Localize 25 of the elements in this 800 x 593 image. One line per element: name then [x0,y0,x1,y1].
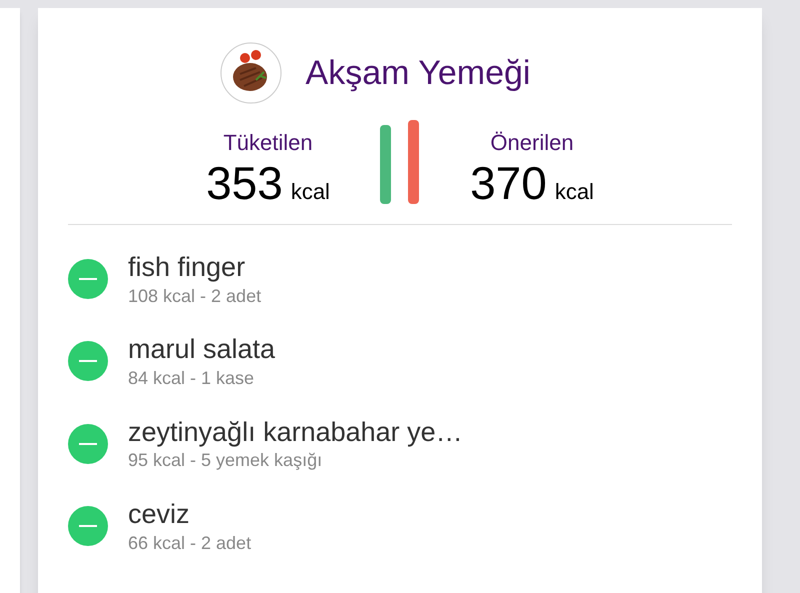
minus-icon [79,524,97,527]
minus-icon [79,278,97,280]
summary-label: Önerilen [490,128,574,156]
remove-button[interactable] [68,341,108,382]
summary-label: Tüketilen [223,128,313,156]
remove-button[interactable] [68,424,108,464]
minus-icon [79,442,97,445]
calorie-value: 353 [206,160,283,206]
remove-button[interactable] [68,506,108,546]
meal-title: Akşam Yemeği [306,52,530,94]
food-name: zeytinyağlı karnabahar ye… [128,416,463,449]
remove-button[interactable] [68,259,108,300]
food-detail: 66 kcal - 2 adet [128,532,252,554]
food-name: fish finger [128,251,246,284]
calorie-bars-icon [378,120,422,204]
food-name: ceviz [128,498,191,531]
calorie-value: 370 [470,160,547,206]
calorie-unit: kcal [290,178,330,206]
minus-icon [79,360,97,362]
food-detail: 95 kcal - 5 yemek kaşığı [128,449,324,472]
food-name: marul salata [128,333,276,366]
food-detail: 108 kcal - 2 adet [128,284,262,308]
food-detail: 84 kcal - 1 kase [128,367,256,390]
calorie-unit: kcal [554,178,594,206]
steak-plate-icon [220,42,282,104]
